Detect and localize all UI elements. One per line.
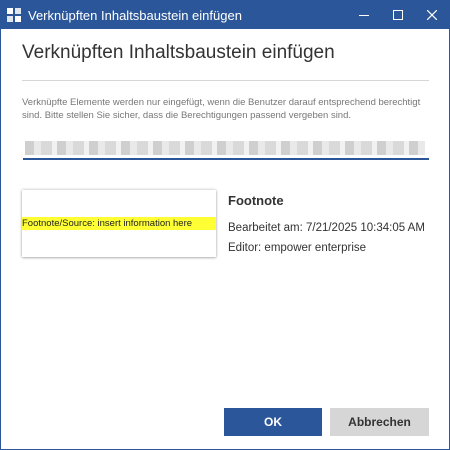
search-input-value[interactable] [25, 141, 425, 155]
cancel-button[interactable]: Abbrechen [330, 408, 429, 436]
dialog-heading: Verknüpften Inhaltsbaustein einfügen [22, 42, 335, 63]
close-button[interactable] [415, 1, 449, 29]
content-block-name: Footnote [228, 193, 284, 208]
title-bar[interactable]: Verknüpften Inhaltsbaustein einfügen [1, 1, 449, 29]
window-title: Verknüpften Inhaltsbaustein einfügen [28, 8, 242, 23]
preview-highlighted-text: Footnote/Source: insert information here [22, 217, 216, 230]
search-input[interactable] [23, 139, 429, 160]
minimize-icon [359, 15, 369, 16]
heading-divider [22, 80, 429, 81]
minimize-button[interactable] [347, 1, 381, 29]
maximize-button[interactable] [381, 1, 415, 29]
app-icon [7, 8, 21, 22]
permission-info-text: Verknüpfte Elemente werden nur eingefügt… [22, 97, 421, 121]
content-block-edited-date: Bearbeitet am: 7/21/2025 10:34:05 AM [228, 222, 425, 234]
ok-button[interactable]: OK [224, 408, 322, 436]
dialog-window: Verknüpften Inhaltsbaustein einfügen Ver… [0, 0, 450, 450]
content-block-preview[interactable]: Footnote/Source: insert information here [22, 190, 216, 257]
close-icon [427, 10, 437, 20]
maximize-icon [393, 10, 403, 20]
content-block-editor: Editor: empower enterprise [228, 242, 367, 254]
